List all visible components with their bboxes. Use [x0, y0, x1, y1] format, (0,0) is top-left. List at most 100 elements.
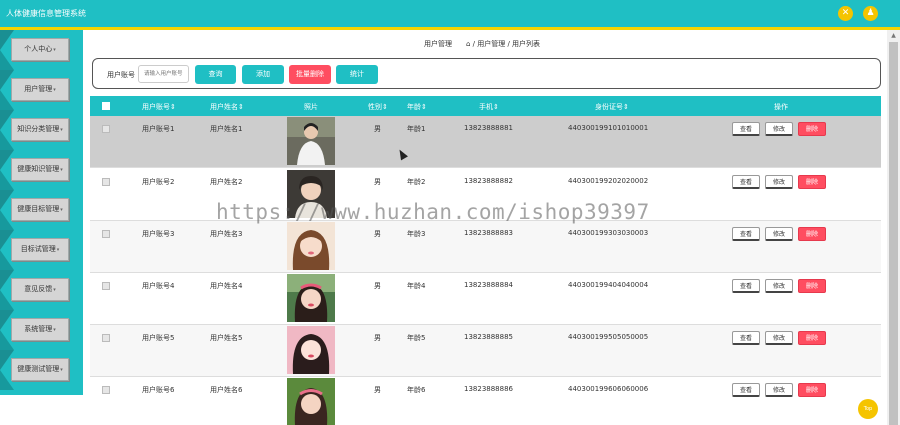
top-bar: 人体健康信息管理系统 ✕ ♟ [0, 0, 900, 30]
row-checkbox[interactable] [102, 282, 110, 290]
delete-button[interactable]: 删除 [798, 175, 826, 189]
edit-button[interactable]: 修改 [765, 279, 793, 293]
column-header-photo: 照片 [304, 103, 318, 111]
stats-button[interactable]: 统计 [336, 65, 378, 84]
cell-name: 用户姓名4 [210, 282, 243, 290]
sidebar-button[interactable]: 个人中心▾ [11, 38, 69, 61]
row-checkbox[interactable] [102, 230, 110, 238]
edit-button[interactable]: 修改 [765, 175, 793, 189]
edit-button[interactable]: 修改 [765, 122, 793, 136]
sidebar-item-personal-center: 个人中心▾ [0, 30, 83, 70]
column-header-account[interactable]: 用户账号⇕ [142, 102, 176, 112]
cell-account: 用户账号6 [142, 386, 175, 394]
chevron-down-icon: ▾ [56, 247, 60, 253]
sidebar-item-label: 用户管理 [24, 85, 53, 93]
column-header-age[interactable]: 年龄⇕ [407, 102, 427, 112]
delete-button[interactable]: 删除 [798, 227, 826, 241]
cell-gender: 男 [374, 282, 381, 290]
view-button[interactable]: 查看 [732, 122, 760, 136]
sidebar-button[interactable]: 健康知识管理▾ [11, 158, 69, 181]
sidebar-button[interactable]: 目标试管理▾ [11, 238, 69, 261]
user-photo [287, 378, 335, 425]
cell-age: 年龄2 [407, 178, 426, 186]
sidebar-button[interactable]: 健康目标管理▾ [11, 198, 69, 221]
sidebar-button[interactable]: 用户管理▾ [11, 78, 69, 101]
chevron-down-icon: ▾ [60, 367, 63, 373]
main-content: 用户管理 ⌂ / 用户管理 / 用户列表 用户账号 查询 添加 批量删除 统计 用… [84, 30, 887, 425]
select-all-checkbox[interactable] [102, 102, 110, 110]
search-panel: 用户账号 查询 添加 批量删除 统计 [92, 58, 881, 89]
chevron-down-icon: ▾ [53, 47, 56, 53]
cell-idcard: 440300199303030003 [568, 229, 649, 237]
query-button[interactable]: 查询 [195, 65, 236, 84]
cell-idcard: 440300199404040004 [568, 281, 649, 289]
view-button[interactable]: 查看 [732, 227, 760, 241]
edit-button[interactable]: 修改 [765, 383, 793, 397]
sidebar-item-label: 目标试管理 [20, 245, 56, 253]
cell-idcard: 440300199505050005 [568, 333, 649, 341]
cell-age: 年龄1 [407, 125, 426, 133]
view-button[interactable]: 查看 [732, 383, 760, 397]
row-checkbox[interactable] [102, 178, 110, 186]
row-checkbox[interactable] [102, 386, 110, 394]
edit-button[interactable]: 修改 [765, 227, 793, 241]
cell-phone: 13823888881 [464, 124, 513, 132]
table-row[interactable]: 用户账号5 用户姓名5 男 年龄5 13823888885 4403001995… [90, 325, 881, 377]
cell-account: 用户账号3 [142, 230, 175, 238]
cell-name: 用户姓名6 [210, 386, 243, 394]
add-button[interactable]: 添加 [242, 65, 284, 84]
view-button[interactable]: 查看 [732, 331, 760, 345]
row-checkbox[interactable] [102, 125, 110, 133]
sidebar-item-category-management: 知识分类管理▾ [0, 110, 83, 150]
batch-delete-button[interactable]: 批量删除 [289, 65, 331, 84]
column-header-idcard[interactable]: 身份证号⇕ [595, 102, 629, 112]
table-row[interactable]: 用户账号6 用户姓名6 男 年龄6 13823888886 4403001996… [90, 377, 881, 425]
cell-name: 用户姓名1 [210, 125, 243, 133]
cell-phone: 13823888886 [464, 385, 513, 393]
table-row[interactable]: 用户账号3 用户姓名3 男 年龄3 13823888883 4403001993… [90, 221, 881, 273]
user-photo [287, 117, 335, 165]
row-checkbox[interactable] [102, 334, 110, 342]
scrollbar-thumb[interactable] [889, 42, 898, 425]
breadcrumb-path[interactable]: ⌂ / 用户管理 / 用户列表 [466, 40, 540, 48]
scroll-up-icon[interactable]: ▲ [887, 30, 900, 42]
column-header-gender[interactable]: 性别⇕ [368, 102, 388, 112]
sidebar-item-label: 知识分类管理 [17, 125, 60, 133]
search-input[interactable] [138, 65, 189, 83]
table-row[interactable]: 用户账号1 用户姓名1 男 年龄1 13823888881 4403001991… [90, 116, 881, 168]
column-header-name[interactable]: 用户姓名⇕ [210, 102, 244, 112]
sidebar-button[interactable]: 系统管理▾ [11, 318, 69, 341]
sidebar-button[interactable]: 健康测试管理▾ [11, 358, 69, 381]
breadcrumb: 用户管理 ⌂ / 用户管理 / 用户列表 [424, 39, 540, 49]
delete-button[interactable]: 删除 [798, 383, 826, 397]
view-button[interactable]: 查看 [732, 279, 760, 293]
sidebar: 个人中心▾ 用户管理▾ 知识分类管理▾ 健康知识管理▾ 健康目标管理▾ 目标试管… [0, 30, 83, 395]
edit-button[interactable]: 修改 [765, 331, 793, 345]
breadcrumb-section: 用户管理 [424, 40, 452, 48]
cell-phone: 13823888884 [464, 281, 513, 289]
user-icon[interactable]: ♟ [863, 6, 878, 21]
cell-account: 用户账号2 [142, 178, 175, 186]
cell-phone: 13823888883 [464, 229, 513, 237]
column-header-actions: 操作 [774, 103, 788, 111]
cell-age: 年龄4 [407, 282, 426, 290]
sidebar-item-label: 健康知识管理 [17, 165, 60, 173]
cell-gender: 男 [374, 230, 381, 238]
cell-phone: 13823888885 [464, 333, 513, 341]
delete-button[interactable]: 删除 [798, 331, 826, 345]
sidebar-button[interactable]: 意见反馈▾ [11, 278, 69, 301]
table-row[interactable]: 用户账号4 用户姓名4 男 年龄4 13823888884 4403001994… [90, 273, 881, 325]
sidebar-item-feedback: 意见反馈▾ [0, 270, 83, 310]
back-to-top-button[interactable]: Top [858, 399, 878, 419]
vertical-scrollbar[interactable]: ▲ [887, 30, 900, 425]
view-button[interactable]: 查看 [732, 175, 760, 189]
column-header-phone[interactable]: 手机⇕ [479, 102, 499, 112]
cell-age: 年龄3 [407, 230, 426, 238]
delete-button[interactable]: 删除 [798, 279, 826, 293]
cell-idcard: 440300199202020002 [568, 177, 649, 185]
cell-phone: 13823888882 [464, 177, 513, 185]
sidebar-item-system-management: 系统管理▾ [0, 310, 83, 350]
sidebar-button[interactable]: 知识分类管理▾ [11, 118, 69, 141]
close-icon[interactable]: ✕ [838, 6, 853, 21]
delete-button[interactable]: 删除 [798, 122, 826, 136]
